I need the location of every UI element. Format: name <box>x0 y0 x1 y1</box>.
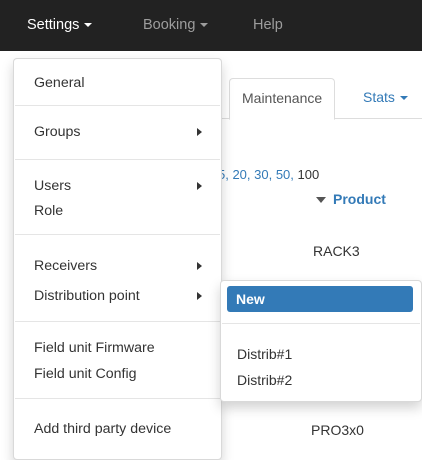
menu-item-field-unit-firmware[interactable]: Field unit Firmware <box>34 340 155 356</box>
menu-divider <box>15 321 220 322</box>
settings-menu-toggle[interactable]: Settings <box>27 0 93 51</box>
submenu-arrow-icon <box>197 262 202 270</box>
caret-down-icon <box>399 96 408 101</box>
product-column-header[interactable]: Product <box>316 191 386 207</box>
submenu-arrow-icon <box>197 292 202 300</box>
booking-label: Booking <box>143 17 196 33</box>
menu-item-groups[interactable]: Groups <box>34 124 81 140</box>
sort-desc-icon <box>316 197 326 204</box>
tab-bar: Maintenance Stats <box>219 78 422 120</box>
booking-menu-toggle[interactable]: Booking <box>143 0 209 51</box>
settings-dropdown-menu: General Groups Users Role Receivers Dist… <box>13 58 222 460</box>
submenu-arrow-icon <box>197 182 202 190</box>
caret-down-icon <box>84 23 93 28</box>
top-navbar: Settings Booking Help <box>0 0 422 51</box>
tab-stats[interactable]: Stats <box>363 78 408 117</box>
caret-down-icon <box>200 23 209 28</box>
menu-divider <box>15 234 220 235</box>
menu-item-add-third-party-device[interactable]: Add third party device <box>34 421 171 437</box>
menu-item-users[interactable]: Users <box>34 178 71 194</box>
tab-stats-label: Stats <box>363 89 395 105</box>
menu-item-receivers[interactable]: Receivers <box>34 258 97 274</box>
distribution-point-submenu: New Distrib#1 Distrib#2 <box>220 280 422 402</box>
distribution-point-item[interactable]: Distrib#1 <box>237 346 292 362</box>
submenu-arrow-icon <box>197 128 202 136</box>
table-cell-product: PRO3x0 <box>311 422 364 438</box>
help-link[interactable]: Help <box>253 0 283 51</box>
menu-divider <box>15 105 220 106</box>
menu-item-field-unit-config[interactable]: Field unit Config <box>34 366 137 382</box>
menu-item-distribution-point[interactable]: Distribution point <box>34 288 140 304</box>
table-cell-product: RACK3 <box>313 243 360 259</box>
menu-item-role[interactable]: Role <box>34 203 63 219</box>
menu-divider <box>15 159 220 160</box>
page-size-options[interactable]: 5, 20, 30, 50, <box>218 167 294 182</box>
menu-divider <box>222 323 420 324</box>
page-size-selector: 5, 20, 30, 50, 100 <box>218 167 319 182</box>
menu-item-general[interactable]: General <box>34 75 84 91</box>
new-distribution-point-button[interactable]: New <box>227 286 413 312</box>
product-header-label: Product <box>333 191 386 207</box>
page-size-current: 100 <box>297 167 320 182</box>
menu-divider <box>15 398 220 399</box>
settings-label: Settings <box>27 17 80 33</box>
tab-maintenance[interactable]: Maintenance <box>229 78 336 120</box>
distribution-point-item[interactable]: Distrib#2 <box>237 372 292 388</box>
